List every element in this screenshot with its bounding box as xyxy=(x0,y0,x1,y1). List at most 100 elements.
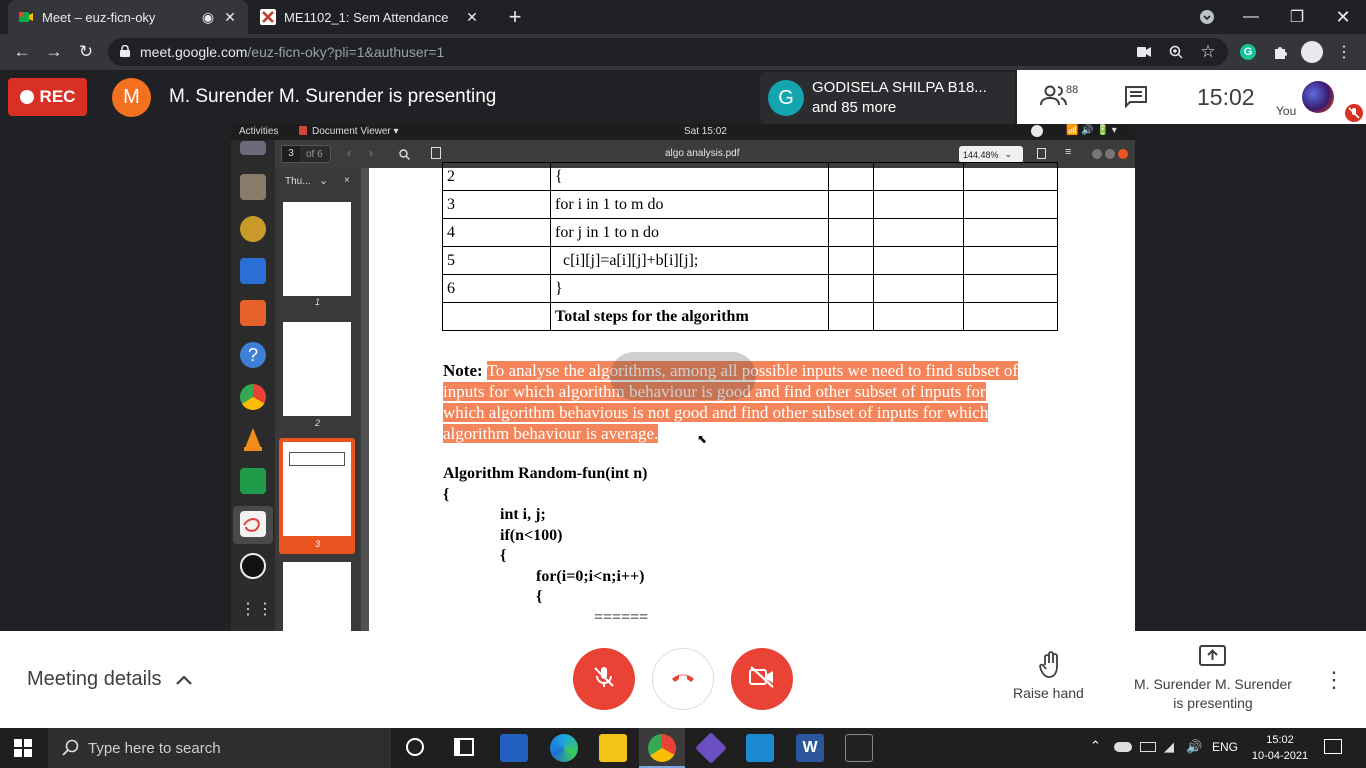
moodle-app-icon[interactable] xyxy=(845,734,873,762)
extensions-puzzle-icon[interactable] xyxy=(1264,34,1296,70)
tab-meet[interactable]: Meet – euz-ficn-oky ◉ ✕ xyxy=(8,0,248,34)
vscode-icon[interactable] xyxy=(746,734,774,762)
profile-avatar[interactable] xyxy=(1296,34,1328,70)
windows-start-icon[interactable] xyxy=(14,739,32,762)
document-title: algo analysis.pdf xyxy=(665,148,740,159)
zoom-value: 144.48% xyxy=(963,149,999,160)
page-thumbnail[interactable] xyxy=(283,442,351,536)
tab-close-icon[interactable]: ✕ xyxy=(222,9,238,26)
page-thumbnail[interactable] xyxy=(283,562,351,634)
tab-attendance[interactable]: ME1102_1: Sem Attendance ✕ xyxy=(250,0,490,34)
wifi-icon[interactable]: ◢ xyxy=(1164,739,1174,755)
tray-chevron-up-icon[interactable]: ⌃ xyxy=(1090,738,1101,754)
find-icon[interactable] xyxy=(399,147,410,165)
chrome-icon[interactable] xyxy=(240,384,266,410)
camera-toggle-button[interactable] xyxy=(731,648,793,710)
grammarly-extension-icon[interactable]: G xyxy=(1232,34,1264,70)
table-row: 6} xyxy=(442,274,1058,303)
prev-page-icon[interactable]: ‹ xyxy=(347,146,351,160)
files-icon[interactable] xyxy=(240,174,266,200)
tab-search-icon[interactable] xyxy=(1184,0,1230,34)
sidebar-mode-label[interactable]: Thu... xyxy=(285,176,311,187)
code-cell: Total steps for the algorithm xyxy=(550,302,829,331)
activities-label: Activities xyxy=(239,126,279,137)
chrome-taskbar-icon[interactable] xyxy=(648,734,676,762)
task-view-icon[interactable] xyxy=(454,738,474,756)
raise-hand-label[interactable]: Raise hand xyxy=(1013,685,1084,701)
notifications-icon[interactable] xyxy=(1324,739,1342,754)
step-cell: 6 xyxy=(442,274,551,303)
present-screen-icon[interactable] xyxy=(1199,645,1226,666)
forward-icon[interactable]: → xyxy=(38,34,70,70)
annotations-icon[interactable] xyxy=(431,147,441,159)
browser-menu-icon[interactable]: ⋮ xyxy=(1328,34,1360,70)
camera-icon[interactable] xyxy=(1128,34,1160,70)
presenter-status[interactable]: M. Surender M. Surender is presenting xyxy=(1121,675,1305,713)
writer-icon[interactable] xyxy=(240,258,266,284)
dock-app-top-icon[interactable] xyxy=(240,141,266,155)
calc-icon[interactable] xyxy=(240,468,266,494)
meeting-details-button[interactable]: Meeting details xyxy=(27,668,192,691)
table-row: 3 for i in 1 to m do xyxy=(442,190,1058,219)
rec-label: REC xyxy=(39,87,76,106)
software-center-icon[interactable] xyxy=(240,300,266,326)
show-apps-grid-icon[interactable]: ⋮⋮⋮ xyxy=(240,597,290,623)
zoom-select[interactable]: 144.48% ⌄ xyxy=(959,146,1023,163)
tab-close-icon[interactable]: ✕ xyxy=(464,9,480,26)
hamburger-menu-icon[interactable]: ≡ xyxy=(1065,146,1071,158)
search-placeholder: Type here to search xyxy=(88,739,221,757)
more-options-icon[interactable]: ⋮ xyxy=(1323,667,1345,693)
vlc-icon[interactable] xyxy=(240,426,266,452)
print-icon[interactable] xyxy=(1037,148,1046,159)
help-icon[interactable]: ? xyxy=(240,342,266,368)
battery-icon[interactable] xyxy=(1140,742,1156,752)
volume-icon[interactable]: 🔊 xyxy=(1186,739,1202,755)
taskbar-search-box[interactable]: Type here to search xyxy=(48,728,391,768)
code-line: Algorithm Random-fun(int n) xyxy=(443,465,648,482)
minimize-icon[interactable]: — xyxy=(1228,0,1274,34)
file-explorer-icon[interactable] xyxy=(599,734,627,762)
bookmark-star-icon[interactable]: ☆ xyxy=(1192,34,1224,70)
page-number-field[interactable]: 3 of 6 xyxy=(281,145,331,163)
code-cell: for j in 1 to n do xyxy=(550,218,829,247)
rhythmbox-icon[interactable] xyxy=(240,216,266,242)
moodle-favicon-icon xyxy=(260,9,276,25)
taskbar-clock[interactable]: 15:02 10-04-2021 xyxy=(1249,732,1311,764)
next-page-icon[interactable]: › xyxy=(369,146,373,160)
back-icon[interactable]: ← xyxy=(6,34,38,70)
word-icon[interactable]: W xyxy=(796,734,824,762)
leave-call-button[interactable] xyxy=(652,648,714,710)
close-viewer-icon[interactable] xyxy=(1118,149,1128,159)
language-indicator[interactable]: ENG xyxy=(1212,740,1238,754)
minimize-window-icon[interactable] xyxy=(1092,149,1102,159)
onedrive-icon[interactable] xyxy=(1114,742,1132,752)
chevron-down-icon: ⌄ xyxy=(1004,149,1013,159)
microsoft-store-icon[interactable] xyxy=(500,734,528,762)
new-tab-button[interactable]: + xyxy=(492,0,538,34)
chevron-up-icon xyxy=(175,668,192,691)
code-line: { xyxy=(443,485,450,503)
document-viewer-icon[interactable] xyxy=(240,511,266,537)
close-window-icon[interactable]: ✕ xyxy=(1320,0,1366,34)
thumbnail-label: 1 xyxy=(315,297,321,307)
page-thumbnail[interactable] xyxy=(283,202,351,296)
obs-icon[interactable] xyxy=(240,553,266,579)
participant-more: and 85 more xyxy=(812,99,897,116)
page-thumbnail[interactable] xyxy=(283,322,351,416)
raise-hand-icon[interactable] xyxy=(1038,651,1064,679)
edge-icon[interactable] xyxy=(550,734,578,762)
code-cell: for i in 1 to m do xyxy=(550,190,829,219)
sidebar-close-icon[interactable]: × xyxy=(344,175,350,186)
restore-icon[interactable]: ❐ xyxy=(1274,0,1320,34)
self-avatar[interactable] xyxy=(1302,81,1334,113)
chevron-down-icon[interactable]: ⌄ xyxy=(319,174,328,187)
mic-toggle-button[interactable] xyxy=(573,648,635,710)
tab-title: Meet – euz-ficn-oky xyxy=(42,9,156,25)
maximize-window-icon[interactable] xyxy=(1105,149,1115,159)
chat-icon[interactable] xyxy=(1124,85,1148,109)
cortana-icon[interactable] xyxy=(406,738,424,756)
reload-icon[interactable]: ↻ xyxy=(70,34,102,70)
page-total: of 6 xyxy=(306,148,323,160)
zoom-icon[interactable] xyxy=(1160,34,1192,70)
address-bar[interactable]: meet.google.com/euz-ficn-oky?pli=1&authu… xyxy=(108,38,1228,66)
